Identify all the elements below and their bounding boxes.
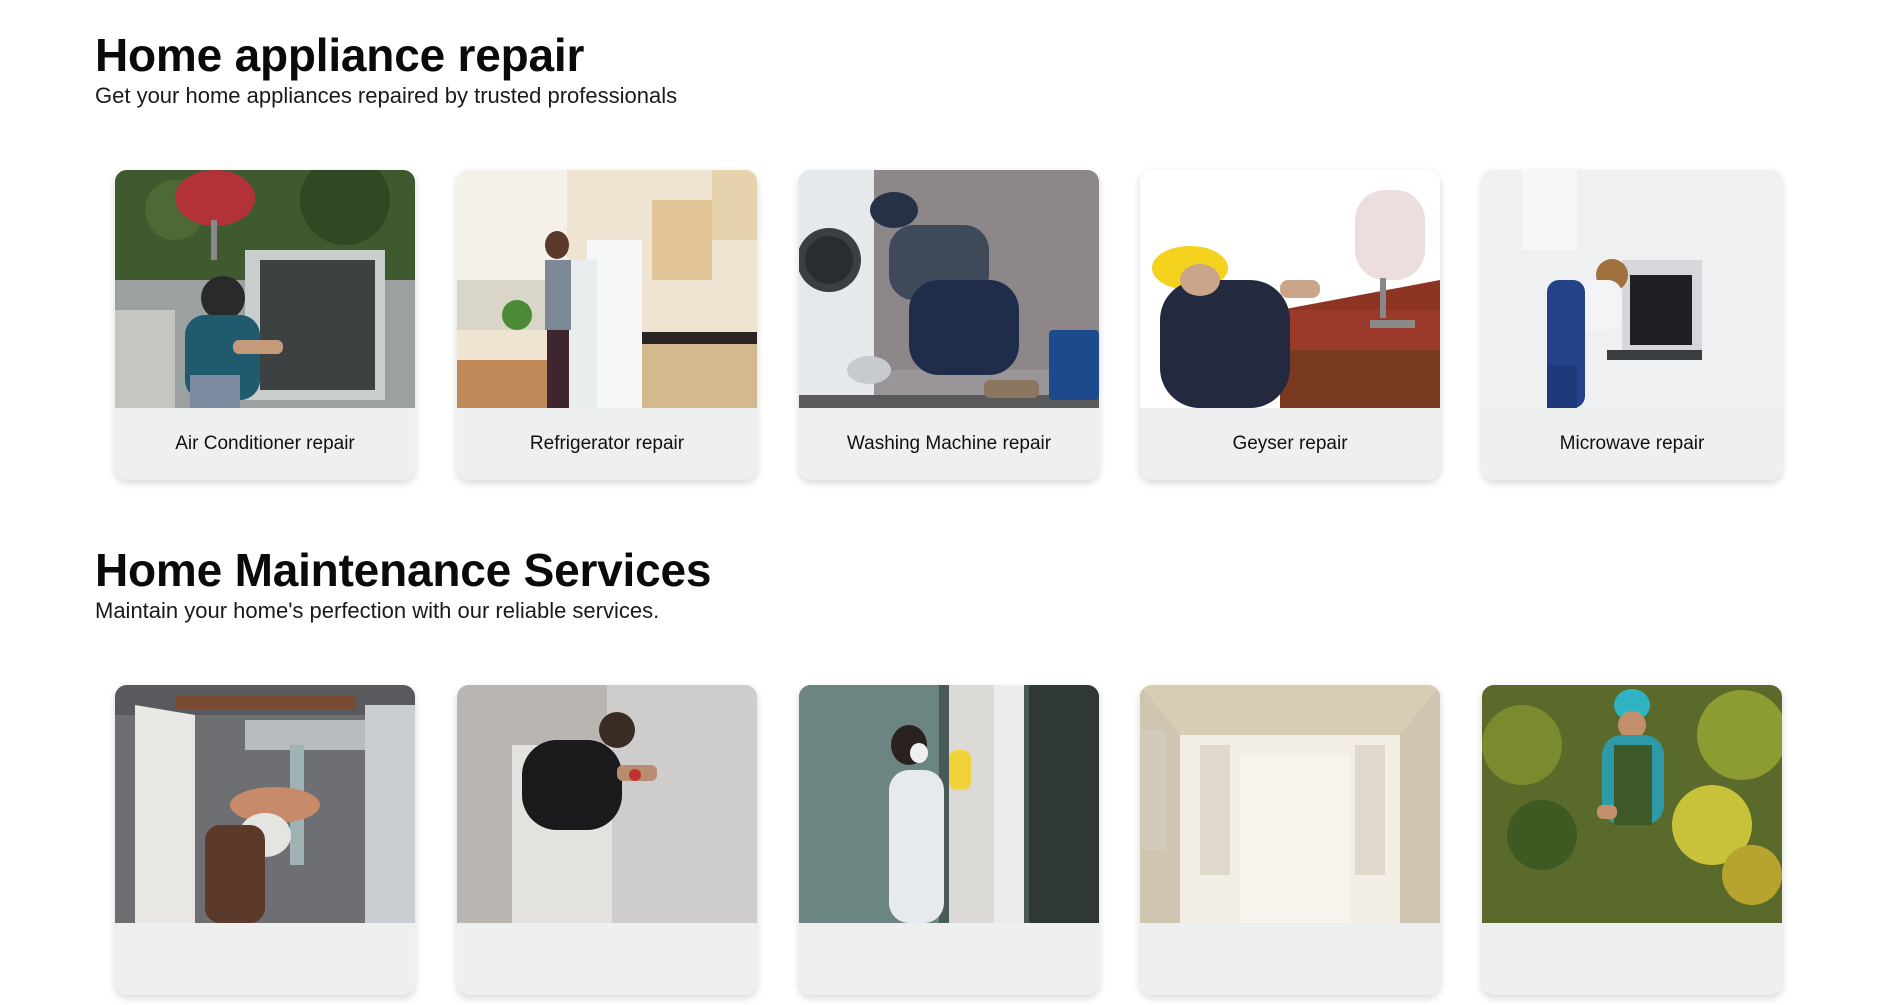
gardener-photo xyxy=(1482,685,1782,923)
plumber-photo xyxy=(115,685,415,923)
washer-technician-photo xyxy=(799,170,1099,408)
service-card-renovation[interactable] xyxy=(1140,685,1440,995)
service-card-air-conditioner[interactable]: Air Conditioner repair xyxy=(115,170,415,480)
section-subtitle: Maintain your home's perfection with our… xyxy=(95,598,660,623)
card-label: Refrigerator repair xyxy=(529,433,685,454)
electrician-photo xyxy=(457,685,757,923)
service-card-electrical[interactable] xyxy=(457,685,757,995)
section-title: Home appliance repair xyxy=(95,29,585,81)
card-label: Microwave repair xyxy=(1559,433,1705,454)
service-card-washing-machine[interactable]: Washing Machine repair xyxy=(799,170,1099,480)
geyser-technician-photo xyxy=(1140,170,1440,408)
service-card-microwave[interactable]: Microwave repair xyxy=(1482,170,1782,480)
maintenance-services-section: Home Maintenance Services Maintain your … xyxy=(95,543,1815,995)
cleaning-photo xyxy=(799,685,1099,923)
card-label: Air Conditioner repair xyxy=(175,433,355,454)
maintenance-card-grid xyxy=(115,685,1815,1005)
appliance-card-grid: Air Conditioner repair Refrigerator repa… xyxy=(115,170,1815,490)
service-card-gardening[interactable] xyxy=(1482,685,1782,995)
service-card-geyser[interactable]: Geyser repair xyxy=(1140,170,1440,480)
card-label: Washing Machine repair xyxy=(846,433,1052,454)
fridge-technician-photo xyxy=(457,170,757,408)
service-card-cleaning[interactable] xyxy=(799,685,1099,995)
appliance-repair-section: Home appliance repair Get your home appl… xyxy=(95,28,1815,480)
section-title: Home Maintenance Services xyxy=(95,544,712,596)
service-card-plumbing[interactable] xyxy=(115,685,415,995)
microwave-technician-photo xyxy=(1482,170,1782,408)
card-label: Geyser repair xyxy=(1232,433,1348,454)
empty-room-photo xyxy=(1140,685,1440,923)
service-card-refrigerator[interactable]: Refrigerator repair xyxy=(457,170,757,480)
section-subtitle: Get your home appliances repaired by tru… xyxy=(95,83,678,108)
ac-technician-photo xyxy=(115,170,415,408)
